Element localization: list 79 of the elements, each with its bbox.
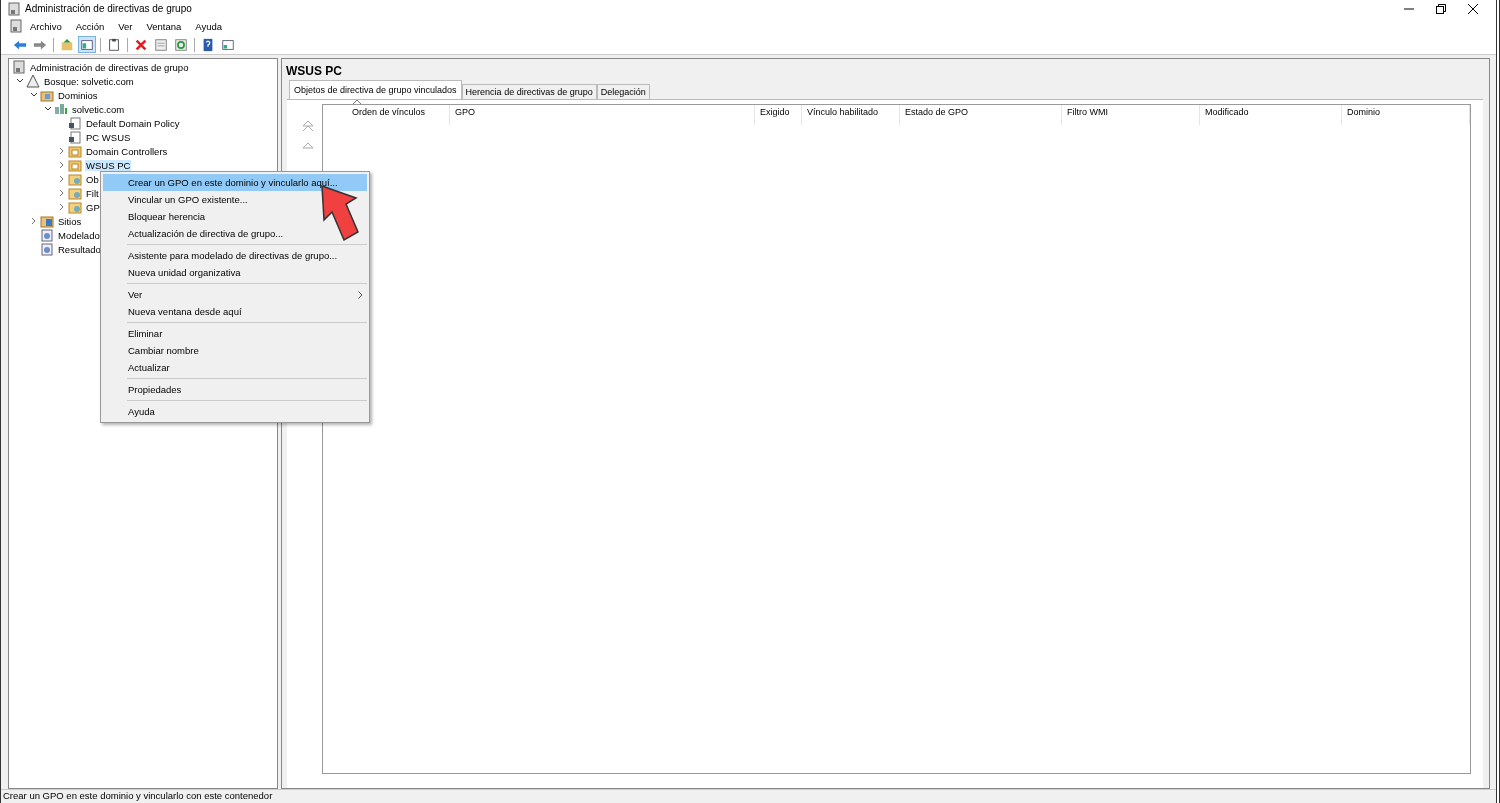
window-title: Administración de directivas de grupo — [25, 3, 193, 14]
tree-item[interactable]: Dominios — [57, 89, 99, 101]
status-bar: Crear un GPO en este dominio y vincularlo con este contenedor — [1, 789, 1496, 803]
expand-chevron-icon[interactable] — [59, 175, 65, 183]
tree-item[interactable]: solvetic.com — [71, 103, 126, 115]
app-icon — [7, 1, 21, 16]
menu-item[interactable]: Eliminar — [103, 325, 367, 342]
folder-icon — [68, 172, 82, 186]
folder-icon — [68, 158, 82, 172]
menu-item[interactable]: Bloquear herencia — [103, 208, 367, 225]
network-icon — [54, 102, 68, 116]
document-icon — [68, 116, 82, 130]
folder-icon — [68, 144, 82, 158]
column-header[interactable]: Estado de GPO — [905, 107, 969, 117]
folder-icon — [68, 186, 82, 200]
menu-item[interactable]: Ayuda — [188, 20, 230, 32]
folder-icon — [40, 88, 54, 102]
move-up-icon[interactable] — [302, 141, 314, 149]
collapse-chevron-icon[interactable] — [30, 92, 38, 98]
menu-item[interactable]: Crear un GPO en este dominio y vincularlo aquí... — [103, 174, 367, 191]
menu-item[interactable]: Acción — [68, 20, 112, 32]
tree-item[interactable]: PC WSUS — [85, 131, 132, 143]
tab[interactable]: Delegación — [596, 84, 650, 99]
tree-item[interactable]: Bosque: solvetic.com — [43, 75, 135, 87]
menu-item[interactable]: Nueva ventana desde aquí — [103, 303, 367, 320]
tree-item[interactable]: Domain Controllers — [85, 145, 169, 157]
tree-item[interactable]: Ob — [85, 173, 100, 185]
tree-item[interactable]: WSUS PC — [85, 159, 132, 171]
tree-item[interactable]: Sitios — [57, 215, 83, 227]
expand-chevron-icon[interactable] — [59, 203, 65, 211]
collapse-chevron-icon[interactable] — [16, 78, 24, 84]
folder-icon — [68, 200, 82, 214]
expand-chevron-icon[interactable] — [59, 189, 65, 197]
tree-item[interactable]: Filt — [85, 187, 100, 199]
move-top-icon[interactable] — [302, 120, 314, 132]
sort-caret-icon — [353, 100, 361, 105]
column-header[interactable]: Filtro WMI — [1067, 107, 1108, 117]
folder-icon — [40, 214, 54, 228]
app-icon[interactable] — [9, 19, 23, 33]
document-icon — [68, 130, 82, 144]
tab[interactable]: Herencia de directivas de grupo — [461, 84, 597, 99]
close-icon[interactable] — [1468, 3, 1478, 14]
menu-item[interactable]: Ver — [103, 286, 367, 303]
expand-chevron-icon[interactable] — [59, 147, 65, 155]
document-icon — [40, 242, 54, 256]
column-header[interactable]: Exigido — [760, 107, 790, 117]
pane-title: WSUS PC — [285, 63, 343, 80]
expand-chevron-icon[interactable] — [59, 161, 65, 169]
menu-item[interactable]: Propiedades — [103, 381, 367, 398]
menu-item[interactable]: Archivo — [23, 20, 69, 32]
document-icon — [40, 228, 54, 242]
column-header[interactable]: GPO — [455, 107, 475, 117]
menu-item[interactable]: Nueva unidad organizativa — [103, 264, 367, 281]
submenu-chevron-icon — [358, 290, 363, 299]
menu-item[interactable]: Actualizar — [103, 359, 367, 376]
menu-item[interactable]: Ver — [111, 20, 140, 32]
tab[interactable]: Objetos de directiva de grupo vinculados — [289, 80, 462, 99]
triangle-icon — [26, 74, 40, 88]
tree-item[interactable]: Administración de directivas de grupo — [29, 61, 190, 73]
menu-item[interactable]: Actualización de directiva de grupo... — [103, 225, 367, 242]
menu-item[interactable]: Ventana — [139, 20, 189, 32]
column-header[interactable]: Modificado — [1205, 107, 1249, 117]
tree-item[interactable]: Modelado — [57, 229, 101, 241]
tree-item[interactable]: Default Domain Policy — [85, 117, 181, 129]
column-header[interactable]: Orden de vínculos — [352, 107, 426, 117]
tree-item[interactable]: Resultado — [57, 243, 102, 255]
menu-item[interactable]: Asistente para modelado de directivas de grupo... — [103, 247, 367, 264]
expand-chevron-icon[interactable] — [31, 217, 37, 225]
column-header[interactable]: Vínculo habilitado — [807, 107, 879, 117]
console-icon — [12, 60, 26, 74]
menu-item[interactable]: Cambiar nombre — [103, 342, 367, 359]
menu-item[interactable]: Vincular un GPO existente... — [103, 191, 367, 208]
tree-item[interactable]: GP — [85, 201, 101, 213]
column-header[interactable]: Dominio — [1347, 107, 1380, 117]
toolbar-button[interactable] — [78, 36, 96, 53]
restore-icon[interactable] — [1436, 3, 1446, 14]
toolbar-button[interactable] — [172, 36, 190, 53]
collapse-chevron-icon[interactable] — [44, 106, 52, 112]
menu-item[interactable]: Ayuda — [103, 403, 367, 420]
